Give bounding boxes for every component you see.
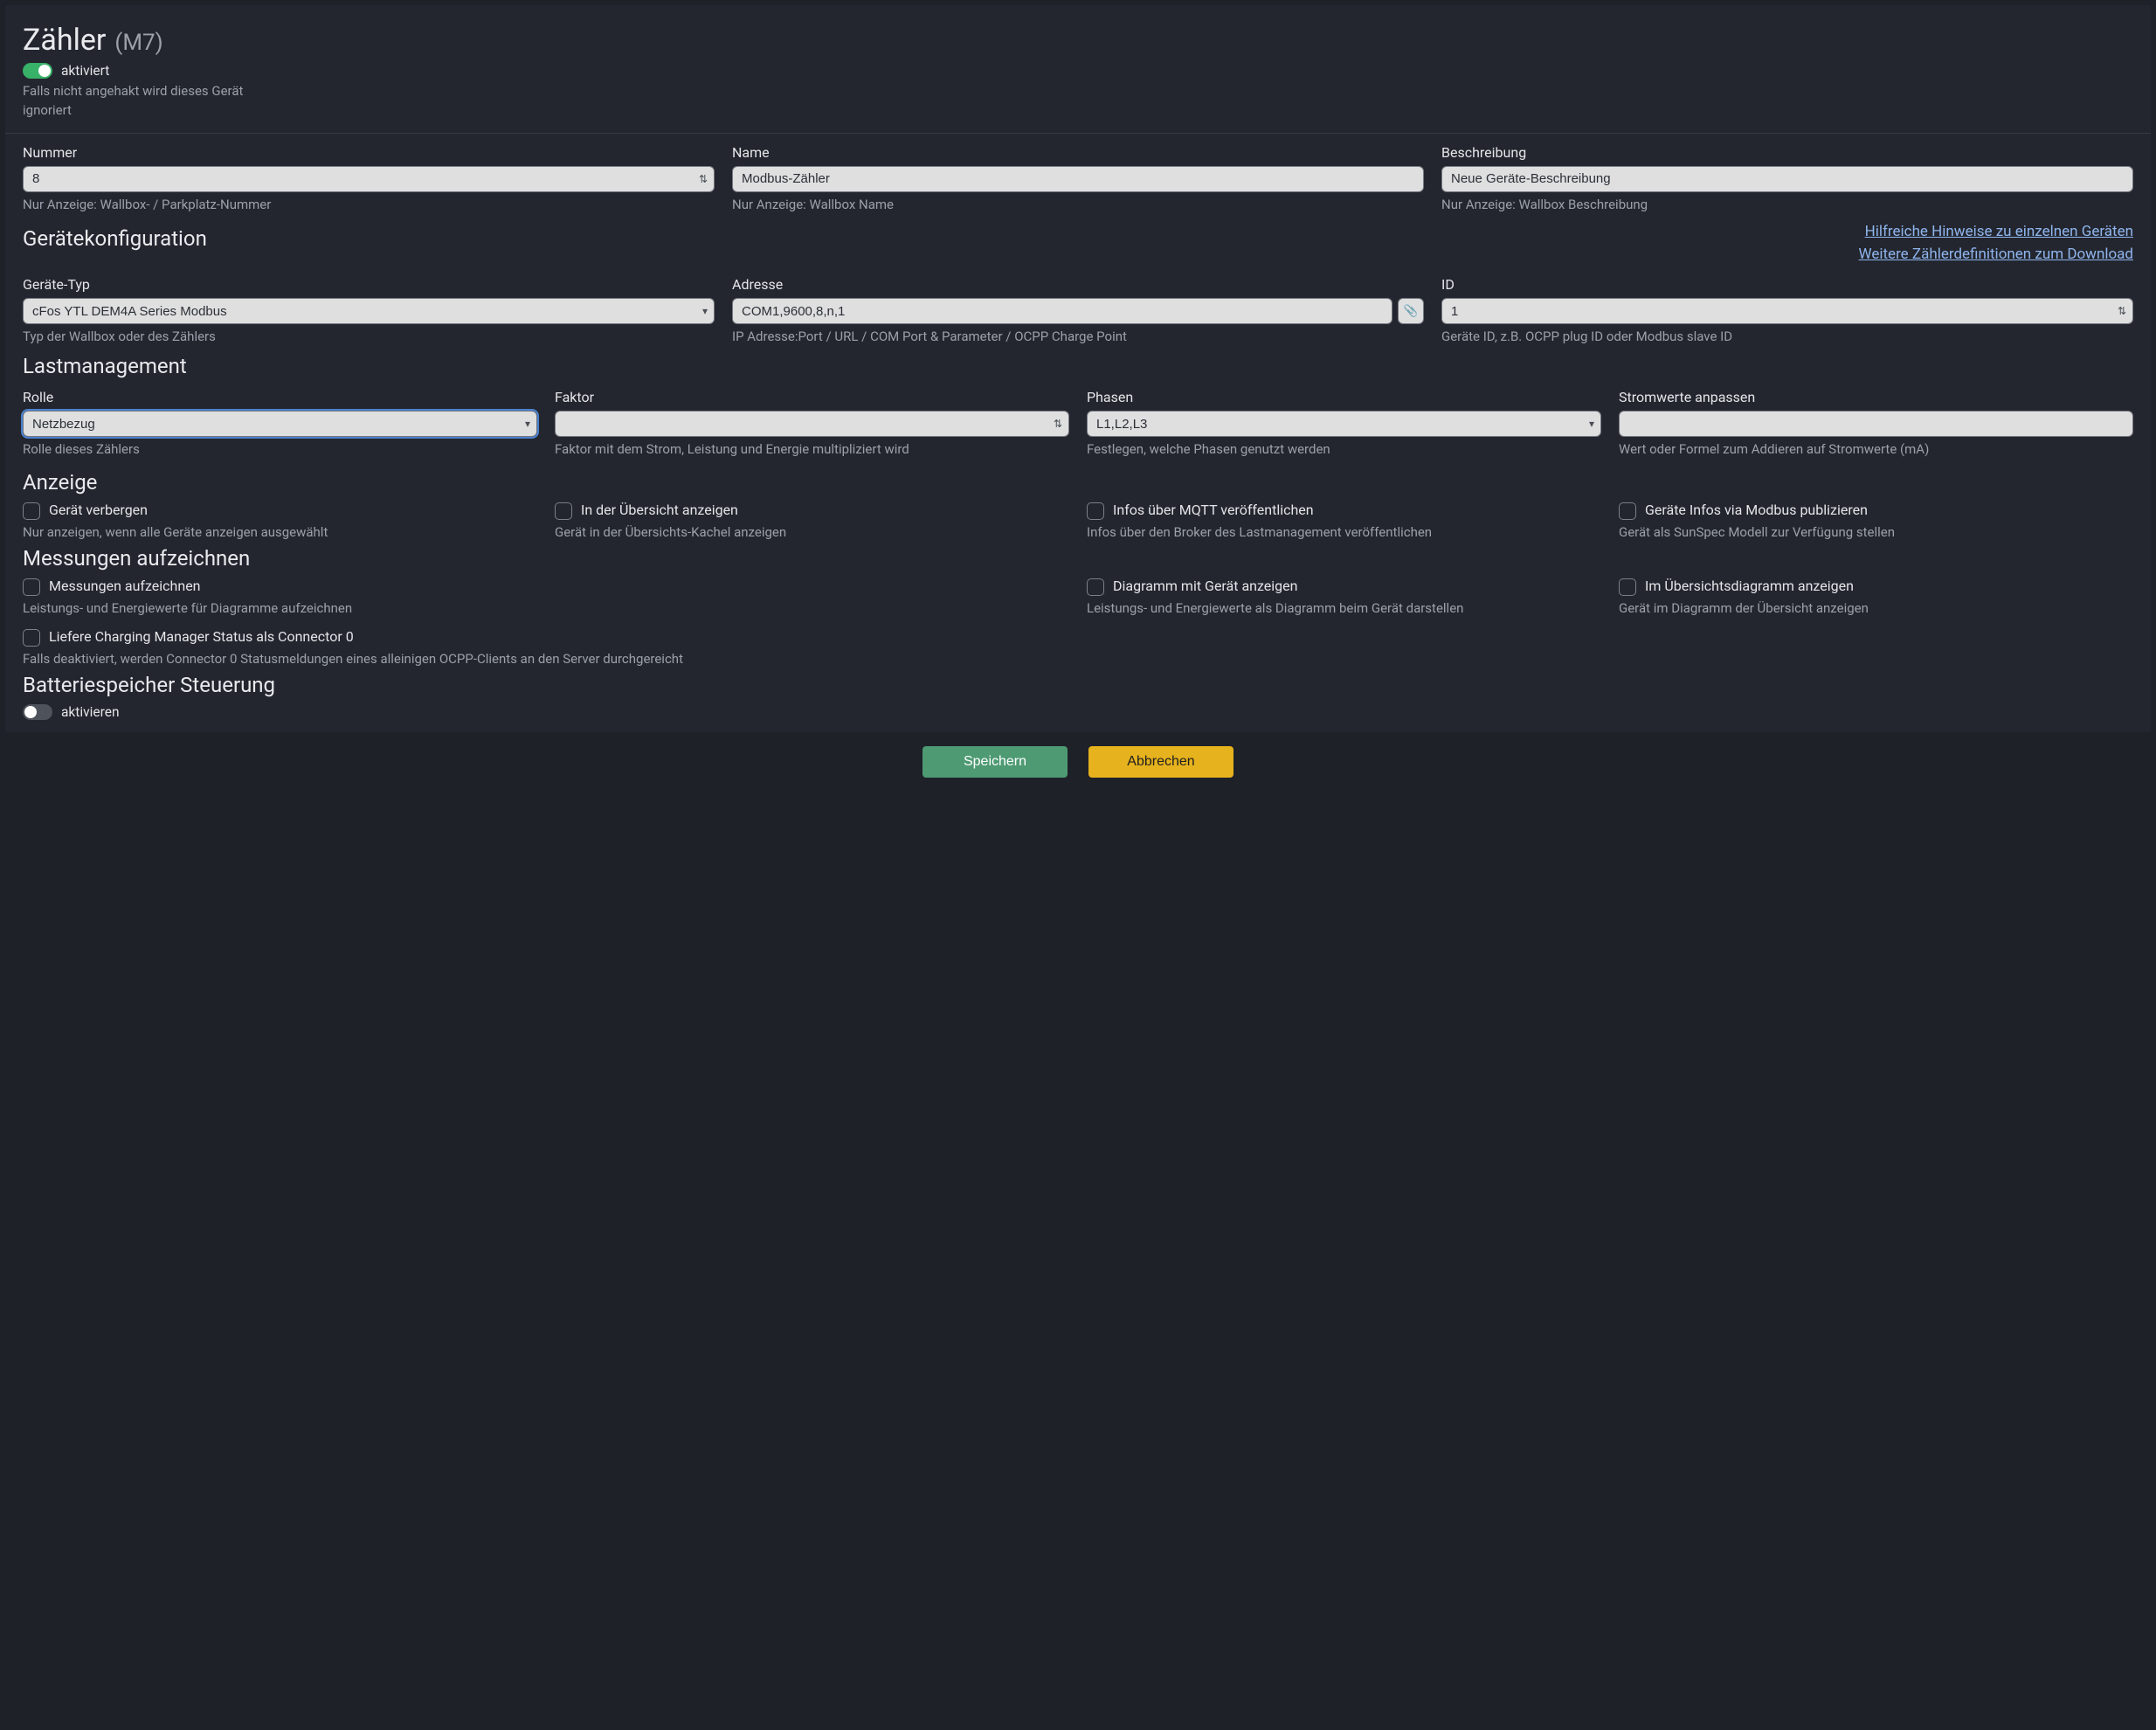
number-input[interactable] bbox=[23, 166, 715, 192]
section-load-management: Lastmanagement bbox=[23, 354, 2133, 378]
adjust-help: Wert oder Formel zum Addieren auf Stromw… bbox=[1619, 440, 2133, 460]
dialog-footer: Speichern Abbrechen bbox=[5, 732, 2151, 786]
number-label: Nummer bbox=[23, 144, 715, 161]
hide-device-help: Nur anzeigen, wenn alle Geräte anzeigen … bbox=[23, 523, 537, 543]
overview-diagram-label: Im Übersichtsdiagramm anzeigen bbox=[1645, 578, 1854, 594]
description-label: Beschreibung bbox=[1441, 144, 2133, 161]
adjust-label: Stromwerte anpassen bbox=[1619, 389, 2133, 405]
section-battery: Batteriespeicher Steuerung bbox=[23, 673, 2133, 697]
paperclip-icon: 📎 bbox=[1404, 304, 1419, 318]
id-input[interactable] bbox=[1441, 298, 2133, 324]
description-help: Nur Anzeige: Wallbox Beschreibung bbox=[1441, 196, 2133, 215]
description-input[interactable] bbox=[1441, 166, 2133, 192]
device-type-label: Geräte-Typ bbox=[23, 276, 715, 293]
record-help: Leistungs- und Energiewerte für Diagramm… bbox=[23, 599, 1069, 619]
enabled-label: aktiviert bbox=[61, 63, 109, 79]
name-help: Nur Anzeige: Wallbox Name bbox=[732, 196, 1424, 215]
modbus-publish-checkbox[interactable] bbox=[1619, 502, 1636, 520]
factor-label: Faktor bbox=[555, 389, 1069, 405]
battery-enable-label: aktivieren bbox=[61, 704, 120, 720]
connector0-checkbox[interactable] bbox=[23, 629, 40, 647]
show-overview-help: Gerät in der Übersichts-Kachel anzeigen bbox=[555, 523, 1069, 543]
device-diagram-checkbox[interactable] bbox=[1087, 578, 1104, 596]
section-display: Anzeige bbox=[23, 470, 2133, 495]
modbus-publish-help: Gerät als SunSpec Modell zur Verfügung s… bbox=[1619, 523, 2133, 543]
page-title: Zähler bbox=[23, 23, 106, 58]
phases-select[interactable]: L1,L2,L3 bbox=[1087, 411, 1601, 437]
mqtt-publish-label: Infos über MQTT veröffentlichen bbox=[1113, 502, 1314, 518]
address-label: Adresse bbox=[732, 276, 1424, 293]
device-type-select[interactable]: cFos YTL DEM4A Series Modbus bbox=[23, 298, 715, 324]
page-subtitle: (M7) bbox=[114, 30, 162, 56]
link-meter-definitions[interactable]: Weitere Zählerdefinitionen zum Download bbox=[1859, 244, 2133, 266]
section-record: Messungen aufzeichnen bbox=[23, 546, 2133, 571]
factor-input[interactable] bbox=[555, 411, 1069, 437]
hide-device-checkbox[interactable] bbox=[23, 502, 40, 520]
section-device-config: Gerätekonfiguration bbox=[23, 226, 207, 251]
phases-help: Festlegen, welche Phasen genutzt werden bbox=[1087, 440, 1601, 460]
cancel-button[interactable]: Abbrechen bbox=[1088, 746, 1233, 778]
device-settings-panel: Zähler (M7) aktiviert Falls nicht angeha… bbox=[5, 5, 2151, 732]
enabled-help: Falls nicht angehakt wird dieses Gerät i… bbox=[23, 82, 285, 121]
connector0-label: Liefere Charging Manager Status als Conn… bbox=[49, 628, 354, 645]
factor-help: Faktor mit dem Strom, Leistung und Energ… bbox=[555, 440, 1069, 460]
battery-enable-toggle[interactable] bbox=[23, 704, 52, 720]
divider bbox=[5, 133, 2151, 134]
id-label: ID bbox=[1441, 276, 2133, 293]
mqtt-publish-help: Infos über den Broker des Lastmanagement… bbox=[1087, 523, 1601, 543]
overview-diagram-help: Gerät im Diagramm der Übersicht anzeigen bbox=[1619, 599, 2133, 619]
address-input[interactable] bbox=[732, 298, 1392, 324]
number-help: Nur Anzeige: Wallbox- / Parkplatz-Nummer bbox=[23, 196, 715, 215]
record-checkbox[interactable] bbox=[23, 578, 40, 596]
role-select[interactable]: Netzbezug bbox=[23, 411, 537, 437]
name-input[interactable] bbox=[732, 166, 1424, 192]
id-help: Geräte ID, z.B. OCPP plug ID oder Modbus… bbox=[1441, 328, 2133, 347]
show-overview-label: In der Übersicht anzeigen bbox=[581, 502, 738, 518]
address-help: IP Adresse:Port / URL / COM Port & Param… bbox=[732, 328, 1424, 347]
device-diagram-label: Diagramm mit Gerät anzeigen bbox=[1113, 578, 1297, 594]
mqtt-publish-checkbox[interactable] bbox=[1087, 502, 1104, 520]
connector0-help: Falls deaktiviert, werden Connector 0 St… bbox=[23, 650, 1078, 669]
phases-label: Phasen bbox=[1087, 389, 1601, 405]
modbus-publish-label: Geräte Infos via Modbus publizieren bbox=[1645, 502, 1868, 518]
save-button[interactable]: Speichern bbox=[923, 746, 1068, 778]
link-device-hints[interactable]: Hilfreiche Hinweise zu einzelnen Geräten bbox=[1859, 221, 2133, 244]
role-label: Rolle bbox=[23, 389, 537, 405]
role-help: Rolle dieses Zählers bbox=[23, 440, 537, 460]
enabled-toggle[interactable] bbox=[23, 63, 52, 79]
name-label: Name bbox=[732, 144, 1424, 161]
hide-device-label: Gerät verbergen bbox=[49, 502, 148, 518]
device-diagram-help: Leistungs- und Energiewerte als Diagramm… bbox=[1087, 599, 1601, 619]
device-type-help: Typ der Wallbox oder des Zählers bbox=[23, 328, 715, 347]
overview-diagram-checkbox[interactable] bbox=[1619, 578, 1636, 596]
adjust-input[interactable] bbox=[1619, 411, 2133, 437]
address-tool-button[interactable]: 📎 bbox=[1398, 298, 1424, 324]
record-label: Messungen aufzeichnen bbox=[49, 578, 201, 594]
show-overview-checkbox[interactable] bbox=[555, 502, 572, 520]
